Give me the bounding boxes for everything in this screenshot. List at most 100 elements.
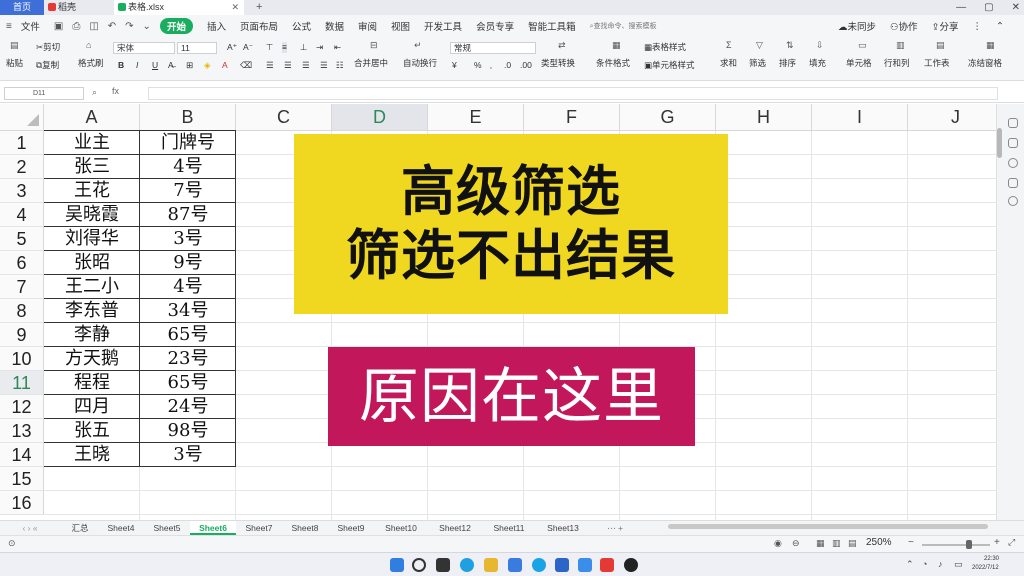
- table-cell-a9[interactable]: 李静: [44, 323, 140, 347]
- sheet-tab[interactable]: Sheet5: [144, 521, 190, 535]
- table-cell-a11[interactable]: 程程: [44, 371, 140, 395]
- cell-style-button[interactable]: ▣单元格样式: [644, 60, 695, 71]
- table-cell-b3[interactable]: 7号: [140, 179, 236, 203]
- decimal-inc-icon[interactable]: .0: [504, 60, 511, 71]
- format-painter-button[interactable]: 格式刷: [78, 58, 104, 69]
- worksheet-icon[interactable]: ▤: [936, 40, 945, 51]
- sheet-tab[interactable]: Sheet10: [374, 521, 428, 535]
- wps-office-icon[interactable]: [600, 558, 614, 572]
- taskbar-search-icon[interactable]: [412, 558, 426, 572]
- add-sheet-button[interactable]: ⋯ +: [600, 521, 630, 535]
- sheet-tab[interactable]: Sheet11: [482, 521, 536, 535]
- row-header-13[interactable]: 13: [0, 419, 44, 443]
- windows-start-icon[interactable]: [390, 558, 404, 572]
- freeze-panes-button[interactable]: 冻结窗格: [968, 58, 1002, 69]
- menu-review[interactable]: 审阅: [358, 19, 377, 33]
- table-cell-a13[interactable]: 张五: [44, 419, 140, 443]
- align-center-icon[interactable]: ☰: [284, 60, 292, 71]
- sheet-tab[interactable]: Sheet6: [190, 521, 236, 535]
- table-cell-b5[interactable]: 3号: [140, 227, 236, 251]
- sheet-tab[interactable]: Sheet4: [98, 521, 144, 535]
- row-col-icon[interactable]: ▥: [896, 40, 905, 51]
- more-options-icon[interactable]: ⋮: [973, 21, 983, 32]
- table-cell-a12[interactable]: 四月: [44, 395, 140, 419]
- font-name-select[interactable]: 宋体: [113, 42, 175, 54]
- paste-button[interactable]: 粘贴: [6, 58, 23, 69]
- sidebar-help-icon[interactable]: [1008, 158, 1018, 168]
- zoom-out-icon[interactable]: −: [908, 537, 914, 548]
- align-top-icon[interactable]: ⊤: [266, 42, 273, 53]
- align-right-icon[interactable]: ☰: [302, 60, 310, 71]
- column-header-e[interactable]: E: [428, 104, 524, 131]
- conditional-format-icon[interactable]: ▦: [612, 40, 621, 51]
- redo-icon[interactable]: ↷: [125, 21, 133, 32]
- table-cell-a8[interactable]: 李东普: [44, 299, 140, 323]
- menu-view[interactable]: 视图: [391, 19, 410, 33]
- row-header-14[interactable]: 14: [0, 443, 44, 467]
- table-style-button[interactable]: ▦表格样式: [644, 42, 686, 53]
- number-format-select[interactable]: 常规: [450, 42, 536, 54]
- type-convert-icon[interactable]: ⇄: [558, 40, 566, 51]
- minimize-icon[interactable]: —: [956, 0, 966, 15]
- align-middle-icon[interactable]: ≡: [282, 42, 287, 53]
- print-icon[interactable]: ⎙: [72, 21, 80, 32]
- row-header-16[interactable]: 16: [0, 491, 44, 515]
- zoom-slider-handle[interactable]: [966, 540, 972, 549]
- merge-center-button[interactable]: 合并居中: [354, 58, 388, 69]
- row-header-10[interactable]: 10: [0, 347, 44, 371]
- more-icon[interactable]: ⌄: [143, 21, 151, 32]
- select-all-corner[interactable]: [0, 104, 44, 131]
- row-header-11[interactable]: 11: [0, 371, 44, 395]
- volume-icon[interactable]: ♪: [938, 559, 943, 569]
- strikethrough-icon[interactable]: A̶: [168, 60, 174, 71]
- hamburger-icon[interactable]: ≡: [6, 21, 12, 32]
- fullscreen-icon[interactable]: ⤢: [1008, 537, 1015, 548]
- table-cell-a7[interactable]: 王二小: [44, 275, 140, 299]
- zoom-slider[interactable]: [922, 544, 990, 546]
- sort-icon[interactable]: ⇅: [786, 40, 794, 51]
- copy-button[interactable]: ⧉复制: [36, 60, 59, 71]
- eye-protection-icon[interactable]: ◉: [774, 538, 782, 549]
- row-header-5[interactable]: 5: [0, 227, 44, 251]
- media-app-icon[interactable]: [624, 558, 638, 572]
- align-bottom-icon[interactable]: ⊥: [300, 42, 307, 53]
- sidebar-style-icon[interactable]: [1008, 138, 1018, 148]
- table-cell-a2[interactable]: 张三: [44, 155, 140, 179]
- share-button[interactable]: ⇪分享: [932, 19, 959, 33]
- font-color-icon[interactable]: A: [222, 60, 228, 71]
- worksheet-button[interactable]: 工作表: [924, 58, 950, 69]
- table-cell-b9[interactable]: 65号: [140, 323, 236, 347]
- cut-button[interactable]: ✂剪切: [36, 42, 60, 53]
- normal-view-icon[interactable]: ▦: [816, 538, 825, 549]
- menu-member[interactable]: 会员专享: [476, 19, 514, 33]
- sum-icon[interactable]: Σ: [726, 40, 732, 51]
- file-explorer-icon[interactable]: [484, 558, 498, 572]
- table-cell-b1[interactable]: 门牌号: [140, 131, 236, 155]
- table-cell-a14[interactable]: 王晓: [44, 443, 140, 467]
- column-header-g[interactable]: G: [620, 104, 716, 131]
- menu-page-layout[interactable]: 页面布局: [240, 19, 278, 33]
- row-col-button[interactable]: 行和列: [884, 58, 910, 69]
- align-left-icon[interactable]: ☰: [266, 60, 274, 71]
- sidebar-backup-icon[interactable]: [1008, 178, 1018, 188]
- horizontal-scrollbar[interactable]: [668, 524, 988, 529]
- table-cell-a5[interactable]: 刘得华: [44, 227, 140, 251]
- tray-overflow-icon[interactable]: ⌃: [906, 559, 914, 570]
- decrease-font-icon[interactable]: A⁻: [243, 42, 253, 53]
- name-box[interactable]: D11: [4, 87, 84, 100]
- sheet-tab[interactable]: Sheet8: [282, 521, 328, 535]
- zoom-lookup-icon[interactable]: ⌕: [92, 87, 97, 98]
- decimal-dec-icon[interactable]: .00: [520, 60, 532, 71]
- sort-button[interactable]: 排序: [779, 58, 796, 69]
- collaborate-button[interactable]: ⚇协作: [890, 19, 918, 33]
- sheet-tab[interactable]: 汇总: [62, 521, 98, 535]
- type-convert-button[interactable]: 类型转换: [541, 58, 575, 69]
- page-layout-view-icon[interactable]: ▥: [832, 538, 841, 549]
- table-cell-a4[interactable]: 吴晓霞: [44, 203, 140, 227]
- macro-record-icon[interactable]: ⊙: [8, 538, 16, 549]
- filter-button[interactable]: 筛选: [749, 58, 766, 69]
- row-header-1[interactable]: 1: [0, 131, 44, 155]
- table-cell-b10[interactable]: 23号: [140, 347, 236, 371]
- filter-icon[interactable]: ▽: [756, 40, 763, 51]
- table-cell-b11[interactable]: 65号: [140, 371, 236, 395]
